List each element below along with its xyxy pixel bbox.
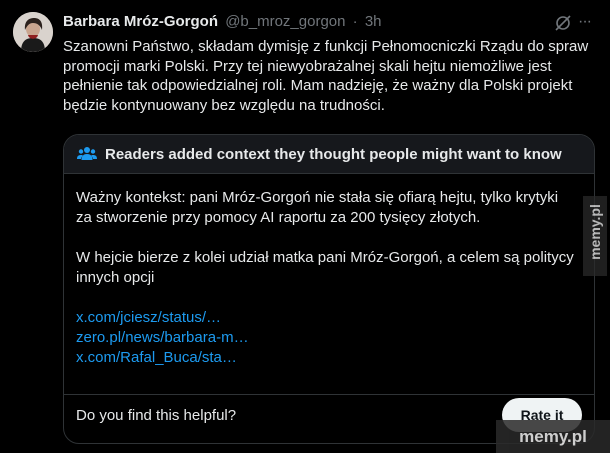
tweet-header: Barbara Mróz-Gorgoń @b_mroz_gorgon · 3h …: [63, 13, 596, 35]
note-paragraph: Ważny kontekst: pani Mróz-Gorgoń nie sta…: [76, 189, 559, 226]
separator: ·: [352, 13, 358, 30]
community-note: Readers added context they thought peopl…: [63, 134, 595, 444]
watermark-bottom: memy.pl: [496, 420, 610, 453]
author-handle[interactable]: @b_mroz_gorgon: [225, 13, 345, 30]
note-source-link[interactable]: x.com/Rafal_Buca/sta…: [76, 348, 576, 368]
note-source-link[interactable]: x.com/jciesz/status/…: [76, 308, 576, 328]
grok-icon[interactable]: [554, 14, 572, 32]
post-time[interactable]: 3h: [365, 13, 382, 30]
note-source-link[interactable]: zero.pl/news/barbara-m…: [76, 328, 576, 348]
avatar[interactable]: [13, 12, 53, 52]
helpful-question: Do you find this helpful?: [76, 407, 237, 424]
watermark-side: memy.pl: [583, 196, 607, 276]
note-header: Readers added context they thought peopl…: [64, 135, 594, 174]
people-icon: [77, 145, 97, 163]
note-paragraph: W hejcie bierze z kolei udział matka pan…: [76, 249, 574, 286]
divider: [64, 394, 594, 395]
tweet: Barbara Mróz-Gorgoń @b_mroz_gorgon · 3h …: [0, 0, 610, 453]
note-links: x.com/jciesz/status/… zero.pl/news/barba…: [76, 308, 576, 368]
note-body: Ważny kontekst: pani Mróz-Gorgoń nie sta…: [76, 188, 576, 368]
more-icon[interactable]: ···: [578, 13, 596, 31]
note-title: Readers added context they thought peopl…: [105, 145, 562, 163]
author-name[interactable]: Barbara Mróz-Gorgoń: [63, 13, 218, 30]
tweet-text: Szanowni Państwo, składam dymisję z funk…: [63, 38, 589, 114]
watermark-side-text: memy.pl: [587, 204, 603, 260]
